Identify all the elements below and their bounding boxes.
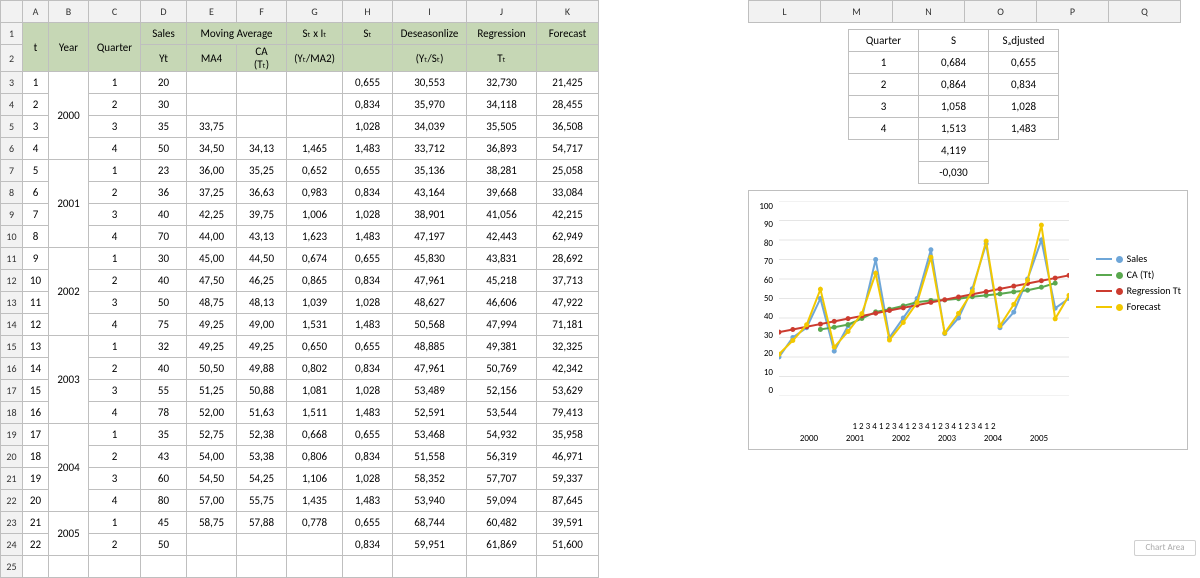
data-row[interactable]: 10847044,0043,131,6231,48347,19742,44362…	[1, 226, 599, 248]
col-header[interactable]: O	[965, 1, 1037, 23]
col-header[interactable]: G	[287, 1, 343, 23]
data-row[interactable]: 121024047,5046,250,8650,83447,96145,2183…	[1, 270, 599, 292]
legend: SalesCA (Tt)Regression TtForecast	[1096, 251, 1181, 315]
data-row[interactable]: 1513200313249,2549,250,6500,65548,88549,…	[1, 336, 599, 358]
col-header[interactable]: E	[187, 1, 237, 23]
data-row[interactable]: 422300,83435,97034,11828,455	[1, 94, 599, 116]
data-row[interactable]: 211936054,5054,251,1061,02858,35257,7075…	[1, 468, 599, 490]
data-row[interactable]: 141247549,2549,001,5311,48350,56847,9947…	[1, 314, 599, 336]
chart[interactable]: 1009080706050403020100 SalesCA (Tt)Regre…	[748, 190, 1188, 450]
data-row[interactable]: 3120001200,65530,55332,73021,425	[1, 72, 599, 94]
data-row[interactable]: 119200213045,0044,500,6740,65545,83043,8…	[1, 248, 599, 270]
data-row[interactable]: 171535551,2550,881,0811,02853,48952,1565…	[1, 380, 599, 402]
col-header[interactable]: J	[467, 1, 537, 23]
col-header[interactable]: F	[237, 1, 287, 23]
data-row[interactable]: 8623637,2536,630,9830,83443,16439,66833,…	[1, 182, 599, 204]
data-row[interactable]: 75200112336,0035,250,6520,65535,13638,28…	[1, 160, 599, 182]
col-header[interactable]: M	[821, 1, 893, 23]
main-spreadsheet[interactable]: ABCDEFGHIJK1 tYearQuarter SalesMoving Av…	[0, 0, 599, 578]
col-header[interactable]: P	[1037, 1, 1109, 23]
col-header[interactable]: N	[893, 1, 965, 23]
col-header[interactable]: B	[49, 1, 89, 23]
chart-area-button[interactable]: Chart Area	[1134, 540, 1196, 556]
col-header[interactable]: C	[89, 1, 141, 23]
col-header[interactable]: I	[393, 1, 467, 23]
data-row[interactable]: 5333533,751,02834,03935,50536,508	[1, 116, 599, 138]
data-row[interactable]: 161424050,5049,880,8020,83447,96150,7694…	[1, 358, 599, 380]
data-row[interactable]: 181647852,0051,631,5111,48352,59153,5447…	[1, 402, 599, 424]
col-header[interactable]: H	[343, 1, 393, 23]
data-row[interactable]: 6445034,5034,131,4651,48333,71236,89354,…	[1, 138, 599, 160]
col-header[interactable]: A	[23, 1, 49, 23]
y-axis: 1009080706050403020100	[753, 201, 773, 396]
data-row[interactable]: 2321200514558,7557,880,7780,65568,74460,…	[1, 512, 599, 534]
data-row[interactable]: 201824354,0053,380,8060,83451,55856,3194…	[1, 446, 599, 468]
data-row[interactable]: 9734042,2539,751,0061,02838,90141,05642,…	[1, 204, 599, 226]
col-header[interactable]: K	[537, 1, 599, 23]
data-row[interactable]: 24222500,83459,95161,86951,600	[1, 534, 599, 556]
x-axis: 1 2 3 4 1 2 3 4 1 2 3 4 1 2 3 4 1 2 3 4 …	[779, 421, 1069, 445]
column-headers-right: LMNOPQ	[748, 0, 1181, 23]
plot-area	[779, 201, 1069, 396]
data-row[interactable]: 131135048,7548,131,0391,02848,62746,6064…	[1, 292, 599, 314]
col-header[interactable]: L	[749, 1, 821, 23]
data-row[interactable]: 222048057,0055,751,4351,48353,94059,0948…	[1, 490, 599, 512]
data-row[interactable]: 1917200413552,7552,380,6680,65553,46854,…	[1, 424, 599, 446]
seasonal-table[interactable]: QuarterSSₐdjusted10,6840,65520,8640,8343…	[848, 29, 1059, 184]
col-header[interactable]: D	[141, 1, 187, 23]
col-header[interactable]: Q	[1109, 1, 1181, 23]
